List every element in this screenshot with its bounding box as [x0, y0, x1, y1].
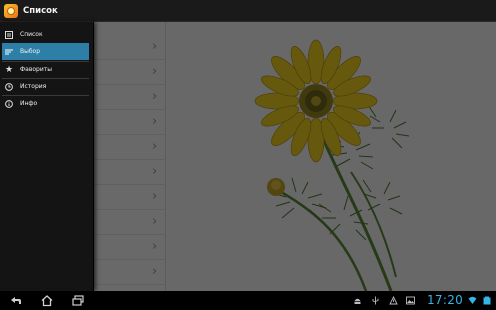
drawer-item-info[interactable]: Инфо: [2, 95, 89, 112]
navigation-drawer: Список Выбор ★ Фавориты История Инфо: [0, 22, 94, 291]
info-icon: [5, 99, 13, 108]
drawer-item-label: Выбор: [20, 48, 41, 55]
battery-icon: [483, 296, 491, 305]
clock: 17:20: [427, 293, 464, 307]
app-title: Список: [23, 5, 58, 16]
app-icon[interactable]: [4, 3, 18, 18]
drawer-item-selection[interactable]: Выбор: [2, 43, 89, 60]
drawer-item-history[interactable]: История: [2, 78, 89, 95]
recent-apps-icon[interactable]: [71, 294, 85, 307]
back-icon[interactable]: [9, 294, 23, 307]
usb-icon: [372, 296, 379, 305]
android-debug-icon: [354, 298, 361, 304]
wifi-icon: [468, 296, 477, 304]
drawer-item-label: Фавориты: [20, 66, 52, 73]
list-icon: [5, 30, 13, 39]
star-icon: ★: [4, 64, 14, 75]
drawer-item-label: Инфо: [20, 100, 38, 107]
action-bar: Список: [0, 0, 496, 22]
system-bar: 17:20: [0, 291, 496, 310]
drawer-item-list[interactable]: Список: [2, 26, 89, 43]
history-icon: [5, 82, 13, 91]
filter-icon: [5, 48, 13, 56]
drawer-item-label: Список: [20, 31, 43, 38]
drawer-item-favorites[interactable]: ★ Фавориты: [2, 61, 89, 78]
home-icon[interactable]: [40, 294, 54, 307]
no-sim-icon: [389, 296, 398, 305]
image-icon: [406, 296, 415, 305]
drawer-item-label: История: [20, 83, 47, 90]
